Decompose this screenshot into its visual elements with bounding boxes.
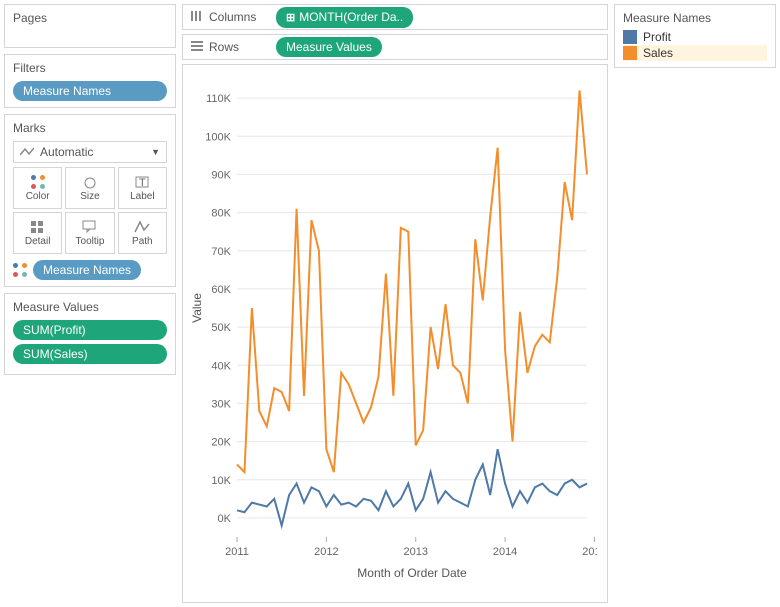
legend-panel: Measure Names ProfitSales (614, 4, 776, 68)
svg-text:0K: 0K (218, 513, 232, 525)
svg-text:110K: 110K (206, 93, 232, 105)
line-chart: 0K 10K 20K 30K 40K 50K 60K 70K 80K 90K 100K 110K 201… (187, 69, 597, 587)
mv-pill[interactable]: SUM(Sales) (13, 344, 167, 364)
rows-pill[interactable]: Measure Values (276, 37, 382, 57)
svg-text:2014: 2014 (493, 546, 517, 558)
mv-pill[interactable]: SUM(Profit) (13, 320, 167, 340)
columns-pill[interactable]: ⊞MONTH(Order Da.. (276, 7, 413, 28)
svg-text:Value: Value (190, 293, 204, 323)
svg-text:60K: 60K (211, 284, 231, 296)
legend-item-sales[interactable]: Sales (623, 45, 767, 61)
svg-text:50K: 50K (211, 322, 231, 334)
pages-panel: Pages (4, 4, 176, 48)
svg-text:2015: 2015 (582, 546, 597, 558)
rows-label: Rows (209, 40, 239, 54)
mark-label-button[interactable]: TLabel (118, 167, 167, 209)
mark-type-label: Automatic (40, 145, 93, 159)
columns-icon (191, 10, 203, 24)
plus-icon: ⊞ (286, 12, 295, 24)
chevron-down-icon: ▼ (151, 147, 160, 157)
measure-values-title: Measure Values (13, 300, 167, 314)
svg-text:20K: 20K (211, 437, 231, 449)
mark-size-button[interactable]: Size (65, 167, 114, 209)
svg-text:2013: 2013 (403, 546, 427, 558)
mark-tooltip-button[interactable]: Tooltip (65, 212, 114, 254)
legend-item-profit[interactable]: Profit (623, 29, 767, 45)
svg-text:Month of Order Date: Month of Order Date (357, 566, 467, 580)
color-dots-icon (13, 263, 27, 277)
mark-color-button[interactable]: Color (13, 167, 62, 209)
svg-text:10K: 10K (211, 475, 231, 487)
chart-area: 0K 10K 20K 30K 40K 50K 60K 70K 80K 90K 100K 110K 201… (182, 64, 608, 603)
mark-detail-button[interactable]: Detail (13, 212, 62, 254)
marks-panel: Marks Automatic ▼ ColorSizeTLabelDetailT… (4, 114, 176, 287)
rows-icon (191, 41, 203, 53)
svg-text:90K: 90K (211, 169, 231, 181)
legend-title: Measure Names (623, 11, 767, 25)
filter-pill-measure-names[interactable]: Measure Names (13, 81, 167, 101)
svg-text:30K: 30K (211, 398, 231, 410)
svg-text:70K: 70K (211, 246, 231, 258)
svg-text:T: T (139, 177, 146, 189)
svg-text:100K: 100K (205, 131, 231, 143)
columns-label: Columns (209, 10, 256, 24)
svg-text:2012: 2012 (314, 546, 338, 558)
marks-title: Marks (13, 121, 167, 135)
svg-text:40K: 40K (211, 360, 231, 372)
mark-type-selector[interactable]: Automatic ▼ (13, 141, 167, 163)
marks-pill-measure-names[interactable]: Measure Names (33, 260, 141, 280)
filters-panel: Filters Measure Names (4, 54, 176, 108)
pages-title: Pages (13, 11, 167, 25)
line-icon (20, 147, 34, 157)
filters-title: Filters (13, 61, 167, 75)
columns-shelf[interactable]: Columns ⊞MONTH(Order Da.. (182, 4, 608, 30)
rows-shelf[interactable]: Rows Measure Values (182, 34, 608, 60)
svg-text:2011: 2011 (225, 546, 249, 558)
svg-text:80K: 80K (211, 208, 231, 220)
mark-path-button[interactable]: Path (118, 212, 167, 254)
measure-values-panel: Measure Values SUM(Profit) SUM(Sales) (4, 293, 176, 375)
